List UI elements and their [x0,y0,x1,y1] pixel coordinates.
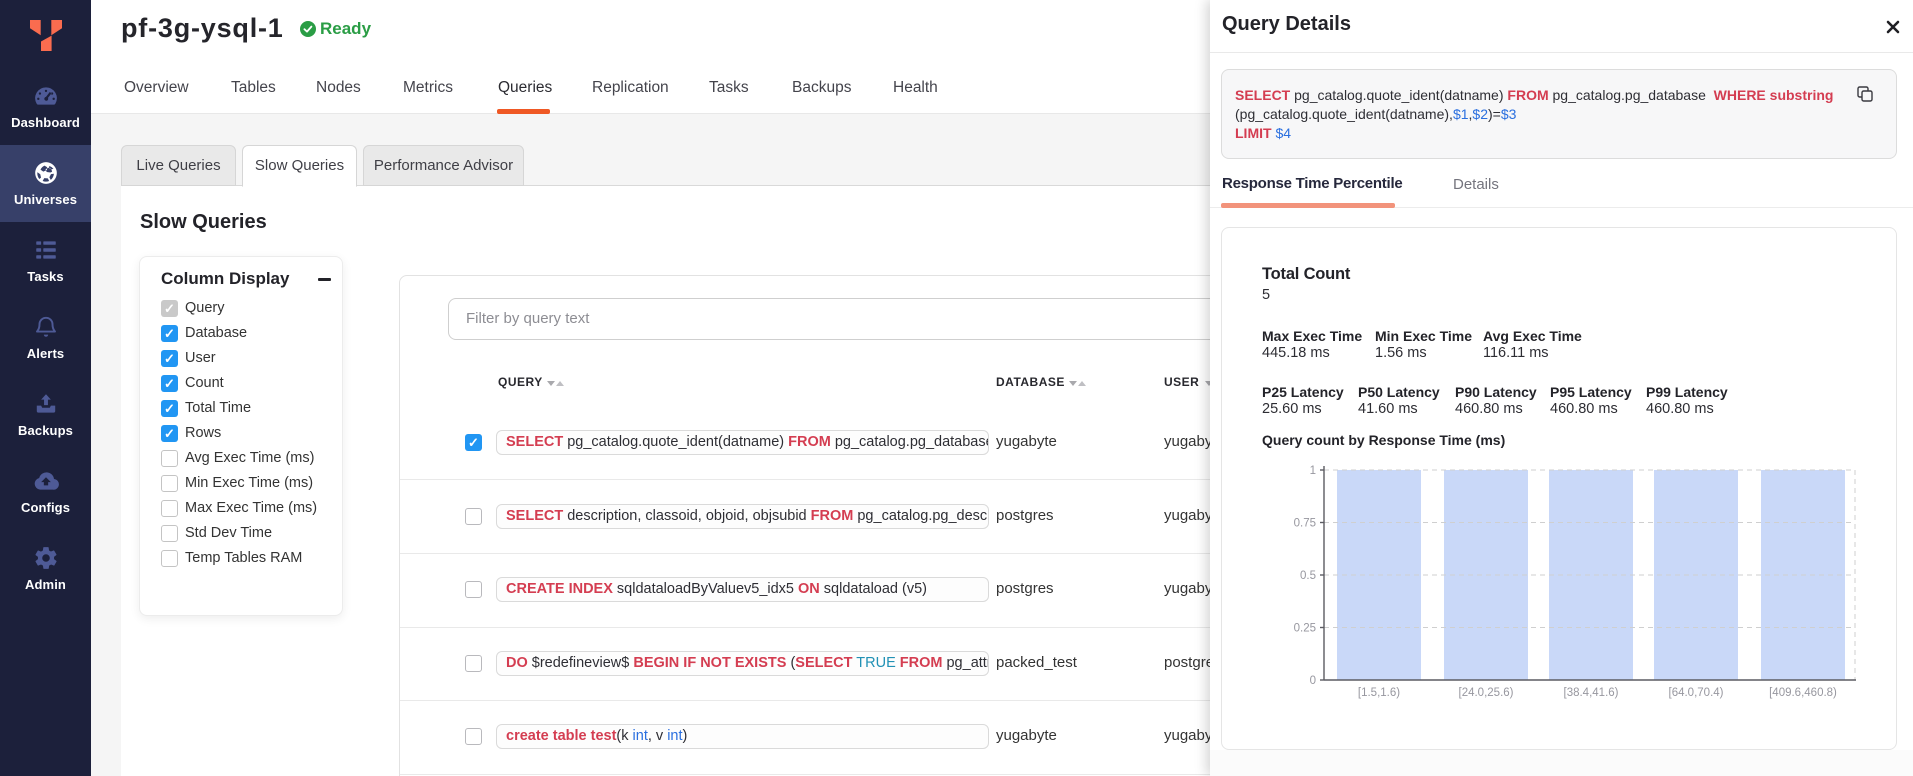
svg-text:[38.4,41.6): [38.4,41.6) [1564,687,1619,699]
svg-text:[409.6,460.8): [409.6,460.8) [1769,687,1837,699]
svg-text:0.75: 0.75 [1294,518,1316,530]
svg-text:[24.0,25.6): [24.0,25.6) [1459,687,1514,699]
svg-text:1: 1 [1310,465,1316,477]
svg-text:0.25: 0.25 [1294,623,1316,635]
svg-text:[64.0,70.4): [64.0,70.4) [1669,687,1724,699]
svg-text:0: 0 [1310,675,1316,687]
svg-text:0.5: 0.5 [1300,570,1316,582]
svg-text:[1.5,1.6): [1.5,1.6) [1358,687,1400,699]
